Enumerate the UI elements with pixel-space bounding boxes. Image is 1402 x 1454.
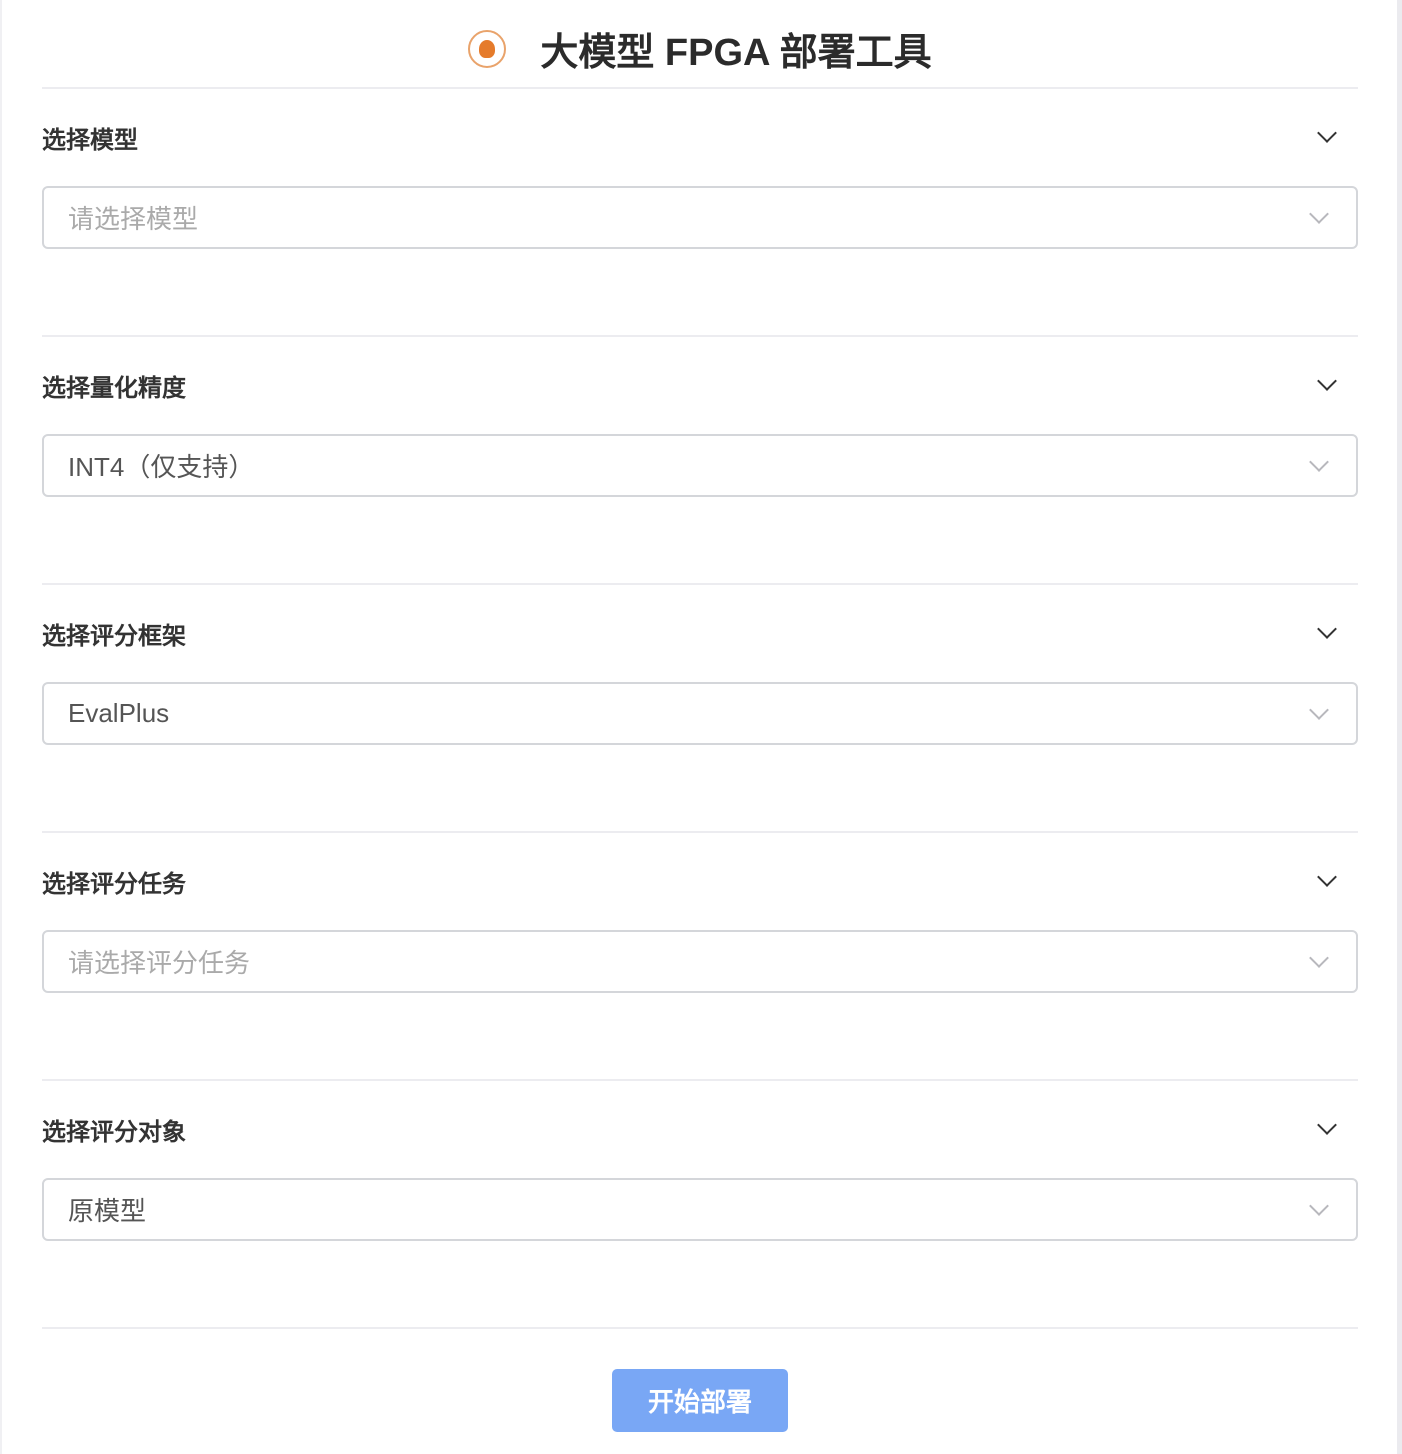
chevron-down-icon[interactable] [1317,1115,1337,1135]
section-target: 选择评分对象 原模型 [42,1081,1358,1329]
logo [468,29,507,68]
section-framework: 选择评分框架 EvalPlus [42,585,1358,833]
section-header-framework[interactable]: 选择评分框架 [42,613,1358,653]
select-placeholder: 请选择评分任务 [68,948,251,978]
chevron-down-icon [1309,947,1329,968]
section-title: 选择评分任务 [42,870,186,898]
chevron-down-icon[interactable] [1317,123,1337,143]
target-select[interactable]: 原模型 [42,1178,1358,1241]
start-deploy-button[interactable]: 开始部署 [612,1369,788,1432]
framework-select[interactable]: EvalPlus [42,682,1358,745]
chevron-down-icon[interactable] [1317,619,1337,639]
section-model: 选择模型 请选择模型 [42,89,1358,337]
model-select[interactable]: 请选择模型 [42,186,1358,249]
section-header-target[interactable]: 选择评分对象 [42,1109,1358,1149]
left-border [0,0,2,1454]
scrollbar-track[interactable] [1397,0,1402,1454]
logo-icon [479,39,496,58]
section-task: 选择评分任务 请选择评分任务 [42,833,1358,1081]
select-placeholder: 请选择模型 [68,204,199,234]
section-header-model[interactable]: 选择模型 [42,117,1358,157]
section-title: 选择评分对象 [42,1118,186,1146]
section-header-quantization[interactable]: 选择量化精度 [42,365,1358,405]
section-title: 选择量化精度 [42,374,186,402]
task-select[interactable]: 请选择评分任务 [42,930,1358,993]
section-title: 选择评分框架 [42,622,186,650]
quantization-select[interactable]: INT4（仅支持） [42,434,1358,497]
select-value: 原模型 [68,1196,147,1226]
section-header-task[interactable]: 选择评分任务 [42,861,1358,901]
select-value: EvalPlus [68,698,170,728]
chevron-down-icon [1309,1195,1329,1216]
chevron-down-icon [1309,451,1329,472]
chevron-down-icon [1309,203,1329,224]
chevron-down-icon[interactable] [1317,371,1337,391]
page-title: 大模型 FPGA 部署工具 [540,32,932,74]
chevron-down-icon [1309,699,1329,720]
chevron-down-icon[interactable] [1317,867,1337,887]
section-quantization: 选择量化精度 INT4（仅支持） [42,337,1358,585]
section-title: 选择模型 [42,126,138,154]
page-header: 大模型 FPGA 部署工具 [42,0,1358,89]
select-value: INT4（仅支持） [68,452,255,482]
